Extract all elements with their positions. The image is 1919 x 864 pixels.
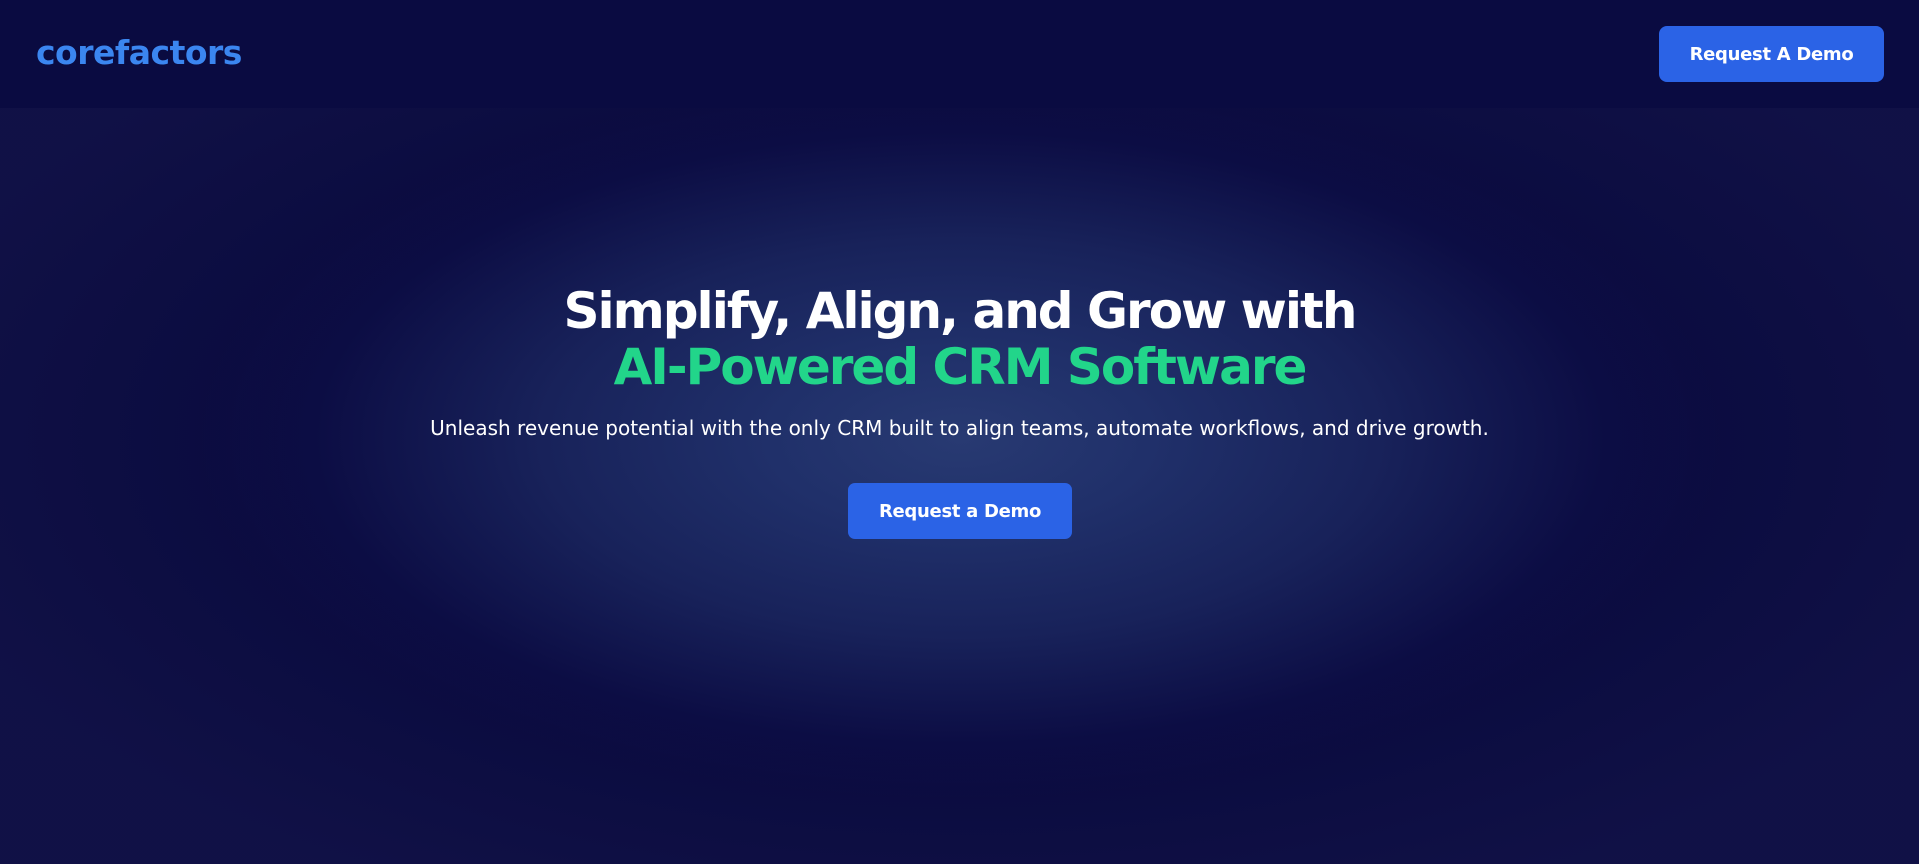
request-demo-header-button[interactable]: Request A Demo <box>1659 26 1884 82</box>
site-header: corefactors Request A Demo <box>0 0 1919 108</box>
headline-line-1: Simplify, Align, and Grow with <box>563 282 1358 340</box>
hero-headline: Simplify, Align, and Grow with AI-Powere… <box>0 283 1919 395</box>
hero-subtitle: Unleash revenue potential with the only … <box>430 416 1489 440</box>
headline-line-2-highlight: AI-Powered CRM Software <box>613 338 1308 396</box>
hero-section: Simplify, Align, and Grow with AI-Powere… <box>0 108 1919 864</box>
page: corefactors Request A Demo Simplify, Ali… <box>0 0 1919 864</box>
logo[interactable]: corefactors <box>36 33 242 73</box>
request-demo-hero-button[interactable]: Request a Demo <box>848 483 1072 539</box>
